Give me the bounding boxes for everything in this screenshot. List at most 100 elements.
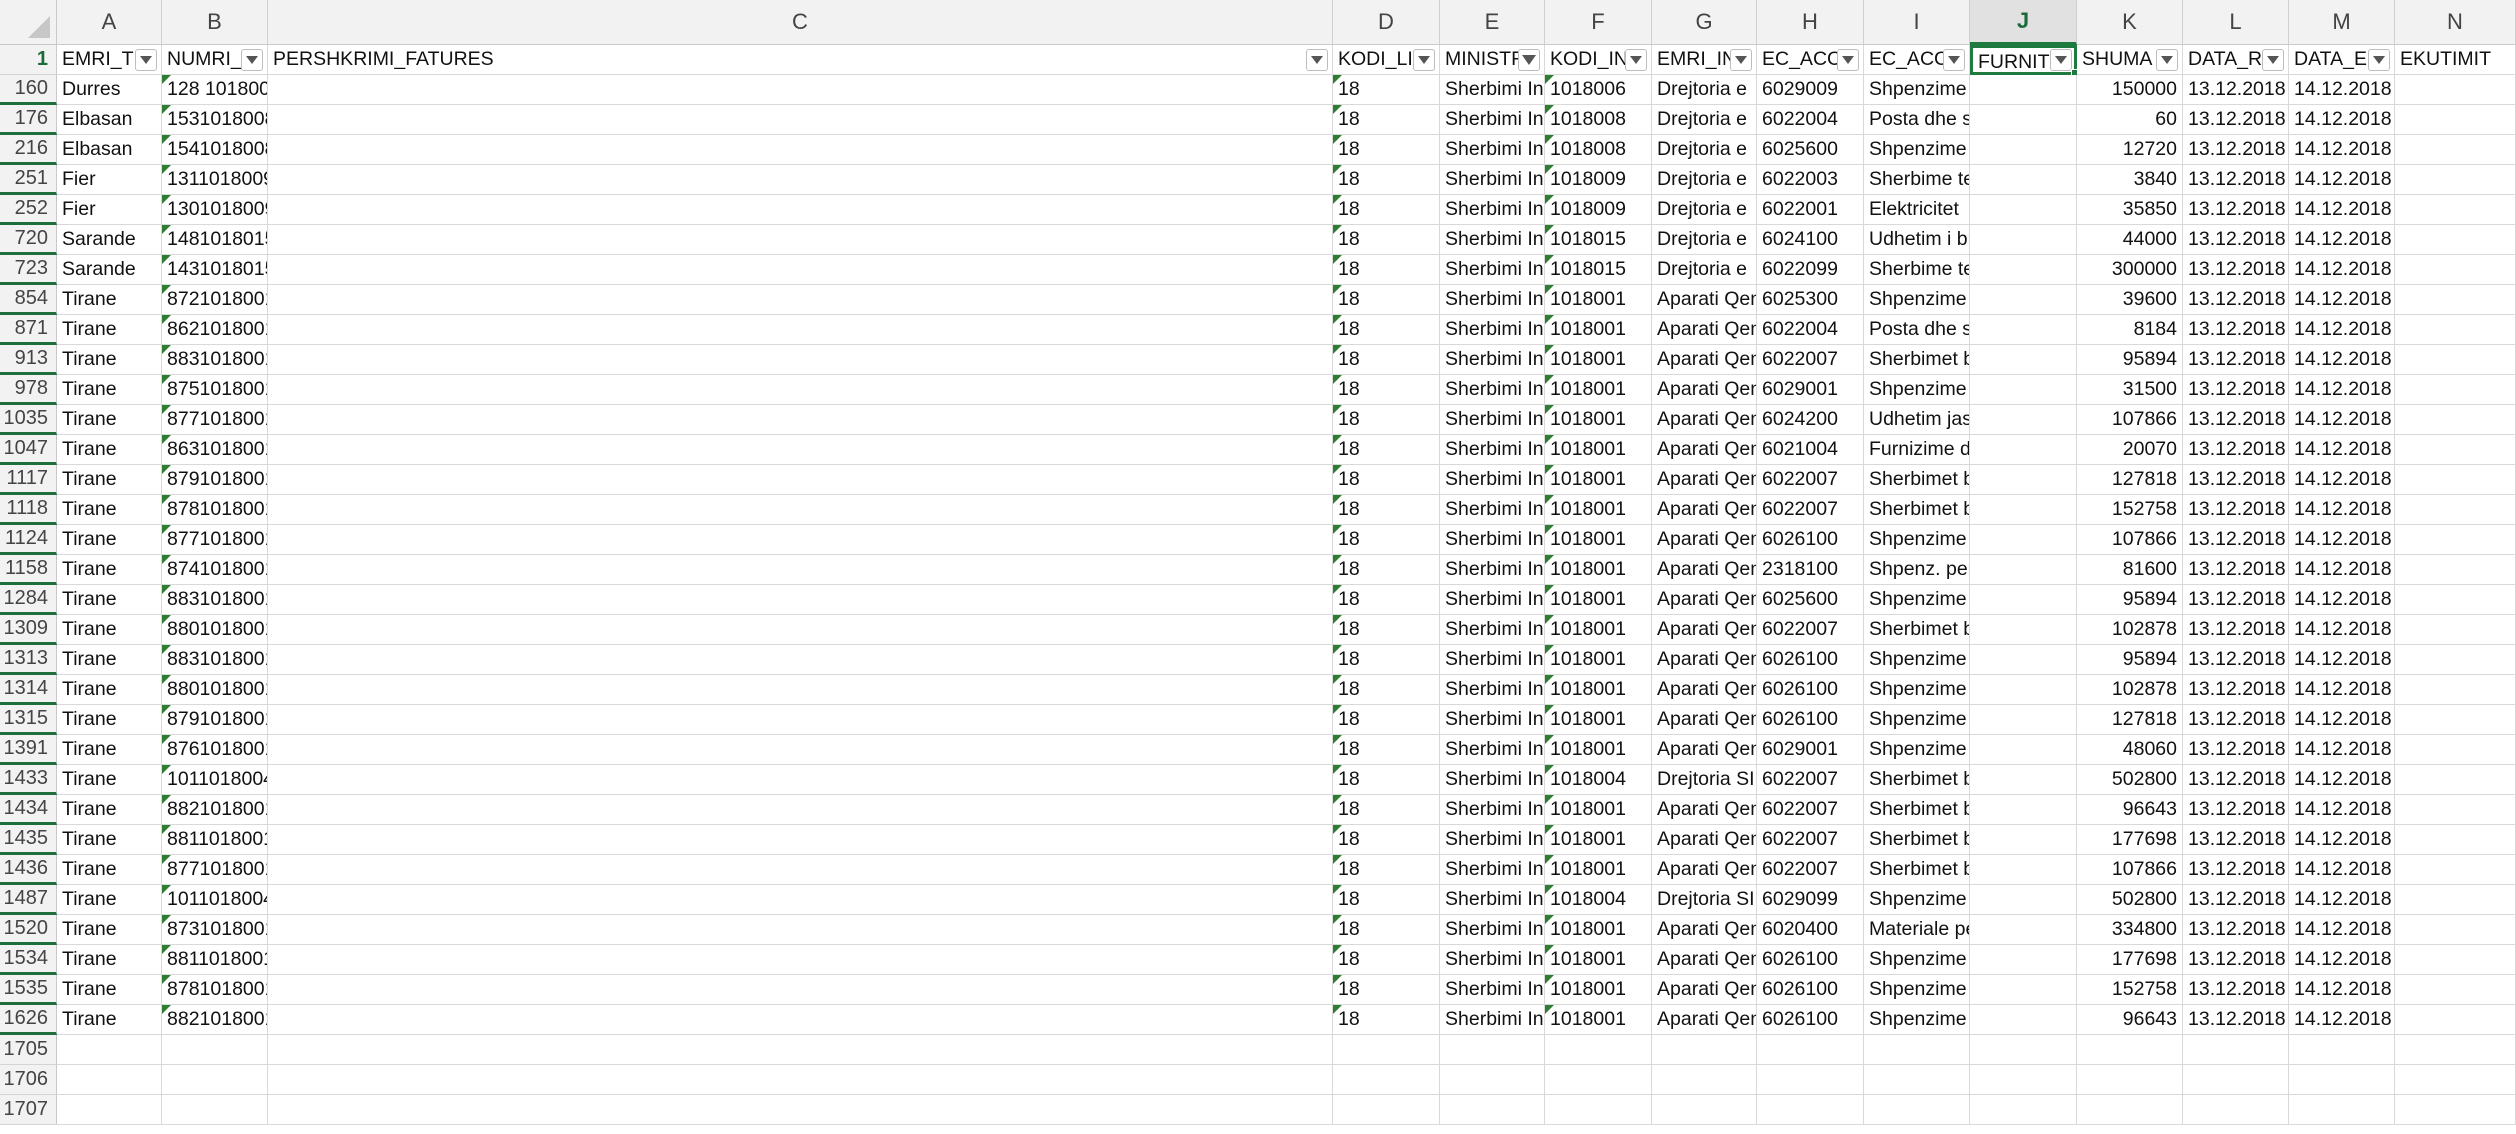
filter-dropdown-icon[interactable]	[1943, 49, 1965, 71]
row-header[interactable]: 1313	[0, 645, 57, 675]
table-cell[interactable]: 18	[1333, 105, 1440, 135]
table-cell[interactable]	[268, 495, 1333, 525]
table-cell[interactable]	[268, 315, 1333, 345]
table-cell[interactable]: 18	[1333, 435, 1440, 465]
table-cell[interactable]: 18	[1333, 165, 1440, 195]
table-cell[interactable]: 18	[1333, 135, 1440, 165]
table-cell[interactable]: Elbasan	[57, 135, 162, 165]
table-cell[interactable]: 1018009	[1545, 165, 1652, 195]
table-cell[interactable]	[1970, 825, 2077, 855]
table-cell[interactable]: 18	[1333, 885, 1440, 915]
table-cell[interactable]: 1018008	[1545, 135, 1652, 165]
row-header[interactable]: 1436	[0, 855, 57, 885]
table-cell[interactable]	[2395, 1035, 2516, 1065]
table-cell[interactable]	[1970, 285, 2077, 315]
table-cell[interactable]: Sherbimi In	[1440, 855, 1545, 885]
filter-dropdown-icon[interactable]	[241, 49, 263, 71]
table-cell[interactable]	[162, 1095, 268, 1125]
column-header-i[interactable]: I	[1864, 0, 1970, 45]
row-header[interactable]: 1047	[0, 435, 57, 465]
table-cell[interactable]: 3840	[2077, 165, 2183, 195]
table-cell[interactable]: 13.12.2018	[2183, 225, 2289, 255]
table-cell[interactable]: 152758	[2077, 975, 2183, 1005]
table-cell[interactable]: 13.12.2018	[2183, 195, 2289, 225]
table-cell[interactable]: Shpenzime per qiramarrje	[1864, 1005, 1970, 1035]
table-cell[interactable]: 14.12.2018	[2289, 855, 2395, 885]
table-cell[interactable]: 13.12.2018	[2183, 165, 2289, 195]
table-cell[interactable]: 18	[1333, 1005, 1440, 1035]
table-cell[interactable]: 1018001	[1545, 855, 1652, 885]
table-cell[interactable]: 15310180082018	[162, 105, 268, 135]
table-cell[interactable]: 18	[1333, 645, 1440, 675]
table-cell[interactable]: 14810180152018	[162, 225, 268, 255]
table-cell[interactable]	[2395, 315, 2516, 345]
table-cell[interactable]	[1970, 975, 2077, 1005]
table-cell[interactable]: 6022007	[1757, 465, 1864, 495]
row-header[interactable]: 1435	[0, 825, 57, 855]
column-header-g[interactable]: G	[1652, 0, 1757, 45]
table-cell[interactable]	[268, 705, 1333, 735]
table-cell[interactable]: 1018001	[1545, 975, 1652, 1005]
table-cell[interactable]: Sherbimet bankare	[1864, 345, 1970, 375]
table-cell[interactable]: 6022004	[1757, 105, 1864, 135]
table-cell[interactable]: Sherbimi In	[1440, 705, 1545, 735]
table-cell[interactable]: 6022007	[1757, 795, 1864, 825]
table-cell[interactable]: 87510180012018	[162, 375, 268, 405]
table-cell[interactable]: Sarande	[57, 225, 162, 255]
table-cell[interactable]: 14.12.2018	[2289, 195, 2395, 225]
filter-dropdown-icon[interactable]	[1413, 49, 1435, 71]
table-cell[interactable]: Aparati Qen	[1652, 345, 1757, 375]
row-header[interactable]: 1433	[0, 765, 57, 795]
table-cell[interactable]: 14.12.2018	[2289, 345, 2395, 375]
table-cell[interactable]	[1970, 405, 2077, 435]
table-cell[interactable]: 6026100	[1757, 705, 1864, 735]
table-cell[interactable]	[268, 555, 1333, 585]
table-cell[interactable]	[1970, 135, 2077, 165]
table-cell[interactable]	[2183, 1095, 2289, 1125]
table-cell[interactable]: Sherbimi In	[1440, 975, 1545, 1005]
table-cell[interactable]: Tirane	[57, 825, 162, 855]
table-cell[interactable]	[268, 75, 1333, 105]
table-cell[interactable]	[1970, 735, 2077, 765]
table-cell[interactable]: Sherbime telefonike	[1864, 165, 1970, 195]
table-cell[interactable]: Aparati Qen	[1652, 705, 1757, 735]
table-cell[interactable]	[1970, 765, 2077, 795]
table-cell[interactable]: Tirane	[57, 285, 162, 315]
table-cell[interactable]: Shpenz. per rritjen e AQ	[1864, 555, 1970, 585]
table-cell[interactable]: Aparati Qen	[1652, 735, 1757, 765]
table-cell[interactable]: 14.12.2018	[2289, 105, 2395, 135]
table-cell[interactable]	[1970, 495, 2077, 525]
row-header[interactable]: 1124	[0, 525, 57, 555]
table-cell[interactable]	[268, 945, 1333, 975]
table-cell[interactable]	[268, 405, 1333, 435]
select-all-corner[interactable]	[0, 0, 57, 45]
table-cell[interactable]: 14.12.2018	[2289, 375, 2395, 405]
table-cell[interactable]: 13.12.2018	[2183, 405, 2289, 435]
table-cell[interactable]: 1018001	[1545, 315, 1652, 345]
table-cell[interactable]: 87810180012018	[162, 975, 268, 1005]
table-cell[interactable]: 8184	[2077, 315, 2183, 345]
table-cell[interactable]: 107866	[2077, 855, 2183, 885]
table-cell[interactable]	[268, 255, 1333, 285]
table-cell[interactable]: 18	[1333, 675, 1440, 705]
column-header-h[interactable]: H	[1757, 0, 1864, 45]
table-cell[interactable]: 334800	[2077, 915, 2183, 945]
table-cell[interactable]: Drejtoria e	[1652, 195, 1757, 225]
table-cell[interactable]: Aparati Qen	[1652, 375, 1757, 405]
table-cell[interactable]: Udhetim i brendshem	[1864, 225, 1970, 255]
table-cell[interactable]: Tirane	[57, 435, 162, 465]
table-cell[interactable]	[1757, 1095, 1864, 1125]
column-header-f[interactable]: F	[1545, 0, 1652, 45]
table-cell[interactable]: Sherbimi In	[1440, 555, 1545, 585]
table-cell[interactable]: Drejtoria e	[1652, 225, 1757, 255]
table-cell[interactable]: 6020400	[1757, 915, 1864, 945]
table-cell[interactable]	[2183, 1065, 2289, 1095]
table-cell[interactable]: 1018001	[1545, 285, 1652, 315]
table-cell[interactable]: Aparati Qen	[1652, 555, 1757, 585]
table-cell[interactable]: Sherbimi In	[1440, 255, 1545, 285]
table-cell[interactable]: 14.12.2018	[2289, 255, 2395, 285]
table-cell[interactable]: Aparati Qen	[1652, 585, 1757, 615]
table-cell[interactable]	[2183, 1035, 2289, 1065]
table-cell[interactable]: 13110180092018	[162, 165, 268, 195]
table-cell[interactable]	[1970, 1095, 2077, 1125]
